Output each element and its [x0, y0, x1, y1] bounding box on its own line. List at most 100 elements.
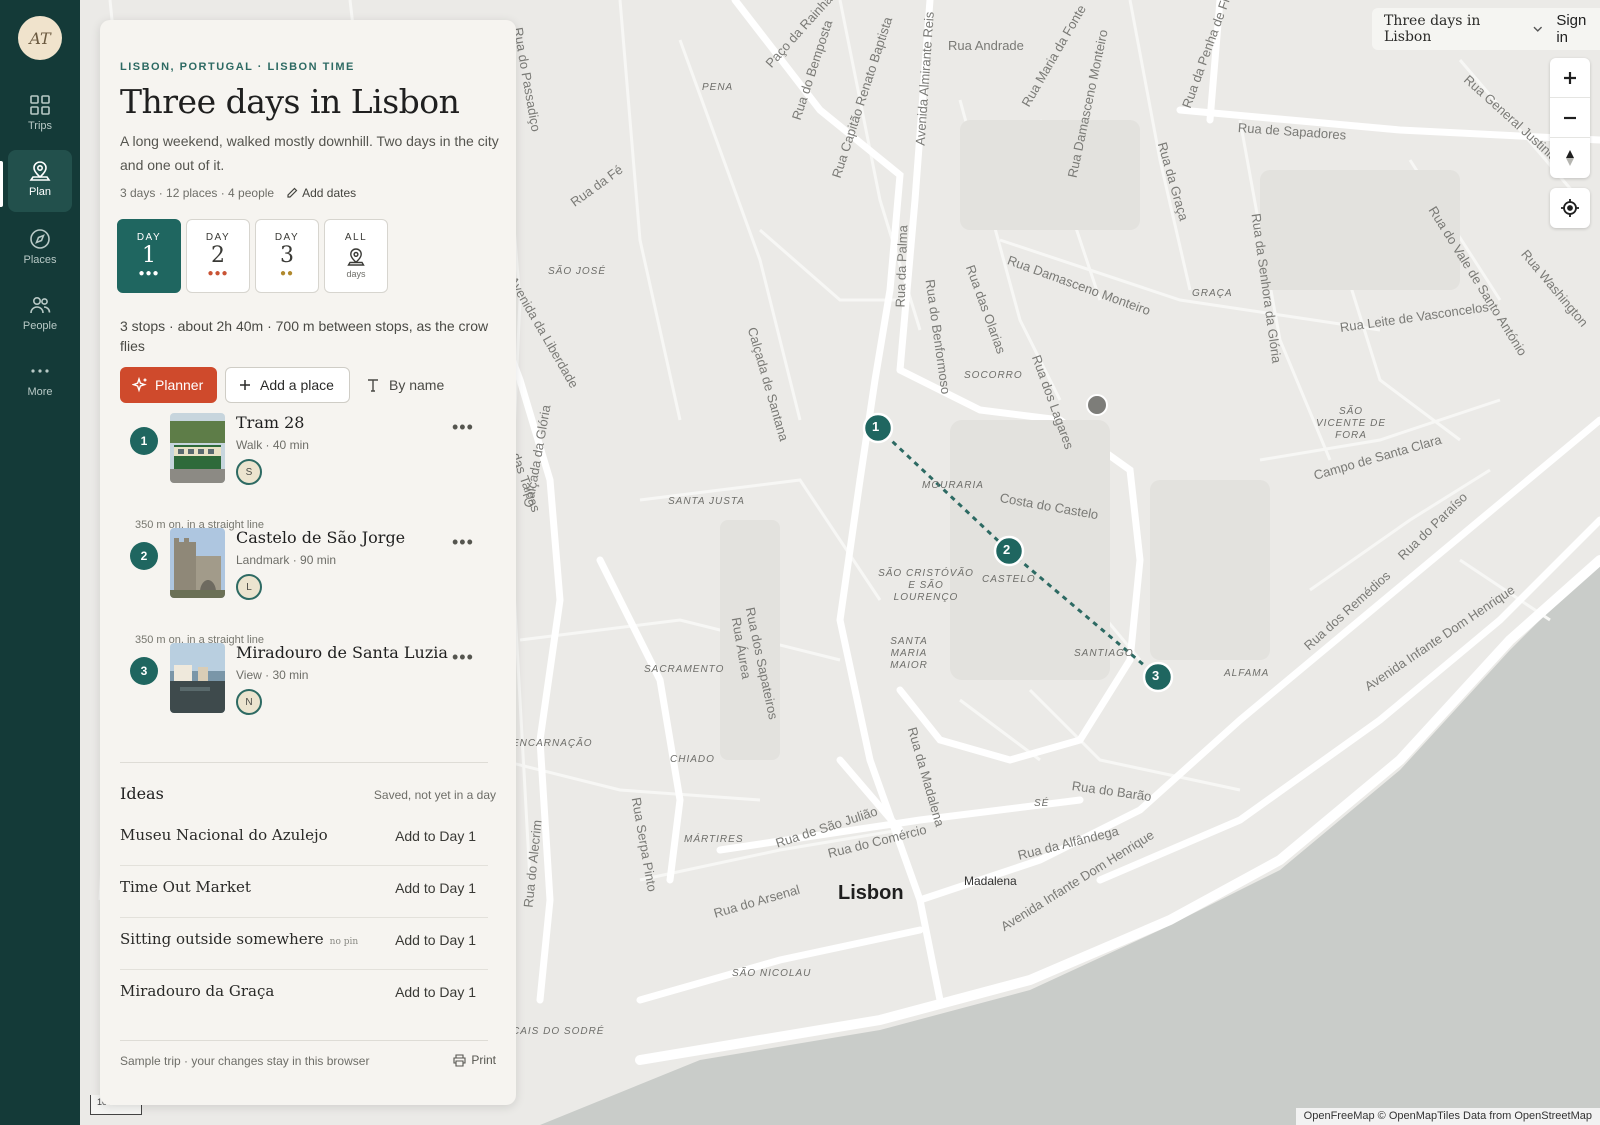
compass-reset-button[interactable]: [1550, 138, 1590, 178]
idea-name: Sitting outside somewhere no pin: [120, 930, 359, 948]
map-pin-3-label[interactable]: 3: [1152, 668, 1159, 683]
text-icon: [368, 379, 378, 392]
map-pin-1-label[interactable]: 1: [872, 419, 879, 434]
tab-day-3[interactable]: DAY 3 ●●: [255, 219, 319, 293]
add-to-day-button[interactable]: Add to Day 1: [395, 932, 476, 948]
district-label: CHIADO: [670, 754, 715, 765]
rail-label-places: Places: [23, 254, 57, 266]
day-stop-dots: ●●●: [207, 268, 229, 279]
map-pin-icon: [29, 161, 51, 181]
rail-label-more: More: [27, 386, 53, 398]
print-button[interactable]: Print: [453, 1053, 496, 1067]
district-label: CASTELO: [982, 574, 1036, 585]
rail-item-more[interactable]: More: [8, 350, 72, 412]
stop-meta: View · 30 min: [236, 668, 309, 682]
page-title: Three days in Lisbon: [120, 82, 460, 121]
district-label: SÃO CRISTÓVÃO E SÃO LOURENÇO: [878, 568, 974, 603]
stop-photo: [170, 643, 225, 713]
map-attribution[interactable]: OpenFreeMap © OpenMapTiles Data from Ope…: [1295, 1108, 1600, 1125]
sign-in-link[interactable]: Sign in: [1556, 12, 1600, 46]
tab-day-2[interactable]: DAY 2 ●●●: [186, 219, 250, 293]
day-tab-caption: DAY: [136, 232, 162, 243]
rail-label-plan: Plan: [28, 186, 52, 198]
divider: [120, 762, 488, 763]
tab-all-days[interactable]: ALL days: [324, 219, 388, 293]
stop-meta: Landmark · 90 min: [236, 553, 337, 567]
trip-selector[interactable]: Three days in Lisbon: [1384, 13, 1542, 45]
map-pin-2-label[interactable]: 2: [1003, 542, 1010, 557]
trip-description: A long weekend, walked mostly downhill. …: [120, 133, 499, 173]
sort-label: By name: [389, 377, 445, 393]
rail-item-places[interactable]: Places: [8, 218, 72, 280]
district-label: SÉ: [1034, 798, 1050, 809]
day-tab-number: 3: [280, 243, 294, 268]
trip-location: LISBON, PORTUGAL · LISBON TIME: [120, 61, 355, 73]
day-summary: 3 stops · about 2h 40m · 700 m between s…: [120, 318, 489, 354]
stop-number: 3: [130, 657, 158, 685]
stop-more-button[interactable]: •••: [452, 647, 474, 668]
no-pin-tag: no pin: [329, 937, 359, 947]
rail-label-trips: Trips: [27, 120, 53, 132]
assignee-avatar: S: [236, 459, 262, 485]
trip-meta: 3 days · 12 places · 4 people Add dates: [120, 186, 356, 200]
zoom-in-button[interactable]: [1550, 58, 1590, 98]
rail-item-plan[interactable]: Plan: [8, 150, 72, 212]
stop-more-button[interactable]: •••: [452, 417, 474, 438]
rail-item-trips[interactable]: Trips: [8, 84, 72, 146]
compass-needle-icon: [1566, 150, 1574, 166]
rail-label-people: People: [22, 320, 58, 332]
sparkle-icon: [132, 377, 147, 393]
rail-item-people[interactable]: People: [8, 284, 72, 346]
stop-item[interactable]: 3 Miradouro de Santa Luzia View · 30 min…: [120, 643, 490, 733]
district-label: SÃO JOSÉ: [548, 266, 607, 277]
crosshair-icon: [1561, 199, 1579, 217]
app-rail: AT Trips Plan Places People More: [0, 0, 80, 1125]
district-label: SACRAMENTO: [644, 664, 725, 675]
pencil-icon: [287, 187, 298, 198]
district-label: CAIS DO SODRÉ: [512, 1026, 605, 1037]
sort-by-name-button[interactable]: By name: [362, 367, 462, 403]
idea-name: Time Out Market: [120, 878, 251, 896]
district-label: ENCARNAÇÃO: [512, 738, 593, 749]
avatar[interactable]: AT: [18, 16, 62, 60]
stop-name: Castelo de São Jorge: [236, 528, 406, 547]
idea-item: Sitting outside somewhere no pin Add to D…: [120, 918, 488, 970]
day-tab-sub: days: [346, 269, 366, 279]
assignee-avatar: N: [236, 689, 262, 715]
top-bar: Three days in Lisbon Sign in: [1372, 8, 1600, 50]
stop-photo: [170, 528, 225, 598]
add-place-label: Add a place: [260, 377, 334, 393]
add-to-day-button[interactable]: Add to Day 1: [395, 984, 476, 1000]
zoom-out-button[interactable]: [1550, 98, 1590, 138]
stop-item[interactable]: 2 Castelo de São Jorge Landmark · 90 min…: [120, 528, 490, 618]
day-tab-caption: DAY: [205, 232, 231, 243]
map-pin-icon: [347, 248, 365, 266]
planner-label: Planner: [155, 377, 204, 393]
planner-button[interactable]: Planner: [120, 367, 217, 403]
district-label: SÃO VICENTE DE FORA: [1316, 406, 1387, 441]
city-label: Lisbon: [838, 882, 904, 904]
day-tab-caption: DAY: [274, 232, 300, 243]
add-dates-label: Add dates: [302, 186, 357, 200]
idea-item: Museu Nacional do Azulejo Add to Day 1: [120, 814, 488, 866]
add-place-button[interactable]: Add a place: [225, 367, 350, 403]
stop-name: Tram 28: [236, 413, 305, 432]
trip-meta-text: 3 days · 12 places · 4 people: [120, 186, 275, 200]
day-stop-dots: ●●●: [138, 268, 160, 279]
add-to-day-button[interactable]: Add to Day 1: [395, 880, 476, 896]
add-dates-button[interactable]: Add dates: [286, 186, 356, 200]
rail-active-marker: [0, 161, 3, 207]
street-label: Rua da Palma: [892, 224, 911, 308]
idea-name: Museu Nacional do Azulejo: [120, 826, 328, 844]
idea-item: Time Out Market Add to Day 1: [120, 866, 488, 918]
add-to-day-button[interactable]: Add to Day 1: [395, 828, 476, 844]
locate-me-button[interactable]: [1550, 188, 1590, 228]
district-label: SANTA MARIA MAIOR: [890, 636, 928, 671]
day-tab-number: 1: [142, 243, 156, 268]
tab-day-1[interactable]: DAY 1 ●●●: [117, 219, 181, 293]
printer-icon: [453, 1053, 466, 1067]
stop-item[interactable]: 1 Tram 28 Walk · 40 min S •••: [120, 413, 490, 503]
stop-more-button[interactable]: •••: [452, 532, 474, 553]
district-label: MÁRTIRES: [684, 834, 744, 845]
plus-icon: [240, 380, 250, 390]
